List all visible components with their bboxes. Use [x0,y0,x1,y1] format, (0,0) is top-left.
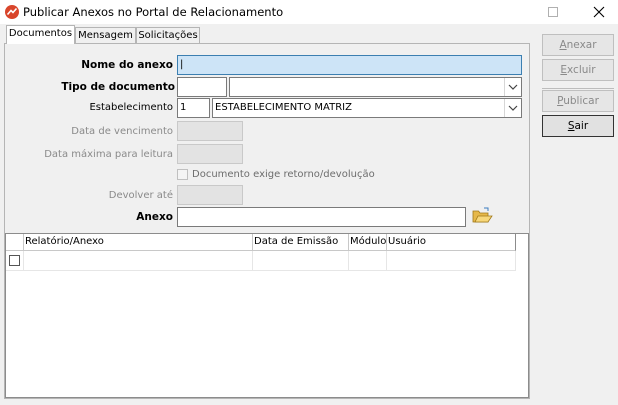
exige-retorno-label: Documento exige retorno/devolução [192,169,375,180]
tab-documentos[interactable]: Documentos [6,25,75,44]
grid-header-data-emissao[interactable]: Data de Emissão [253,234,349,251]
grid-header-select [6,234,24,251]
nome-anexo-input[interactable]: | [177,55,522,75]
maximize-button[interactable] [530,0,576,24]
dropdown-button[interactable] [504,78,521,96]
button-label: ublicar [563,95,599,107]
tipo-documento-code-input[interactable] [177,77,227,97]
attachments-grid: Relatório/Anexo Data de Emissão Módulo U… [5,233,529,398]
devolver-ate-input[interactable] [177,185,243,205]
button-label: xcluir [567,64,596,76]
anexar-button[interactable]: Anexar [542,34,614,56]
mnemonic: S [567,120,575,132]
tab-solicitacoes[interactable]: Solicitações [136,27,200,43]
button-label: air [574,120,589,132]
publicar-button[interactable]: Publicar [542,90,614,112]
grid-cell[interactable] [387,251,516,271]
button-label: nexar [566,39,597,51]
nome-anexo-label: Nome do anexo [81,59,173,71]
tab-label: Documentos [8,28,73,39]
sair-button[interactable]: Sair [542,115,614,137]
data-maxima-input[interactable] [177,144,243,164]
tab-mensagem[interactable]: Mensagem [75,27,136,43]
button-separator [542,88,614,89]
tab-label: Solicitações [138,30,198,41]
grid-cell[interactable] [253,251,349,271]
mnemonic: A [559,39,567,51]
window-title: Publicar Anexos no Portal de Relacioname… [23,5,284,19]
dialog-window: Publicar Anexos no Portal de Relacioname… [0,0,618,405]
app-icon [5,5,19,19]
close-button[interactable] [576,0,618,24]
data-vencimento-input[interactable] [177,121,243,141]
grid-header-modulo[interactable]: Módulo [349,234,387,251]
grid-header-usuario[interactable]: Usuário [387,234,516,251]
data-maxima-label: Data máxima para leitura [44,149,173,160]
grid-cell[interactable] [349,251,387,271]
estabelecimento-label: Estabelecimento [89,102,173,113]
tab-label: Mensagem [78,30,133,41]
row-select-checkbox[interactable] [9,255,20,266]
tipo-documento-label: Tipo de documento [61,81,175,93]
anexo-label: Anexo [136,211,173,223]
grid-header-relatorio[interactable]: Relatório/Anexo [24,234,253,251]
dropdown-button[interactable] [504,99,521,117]
exige-retorno-checkbox[interactable] [177,169,188,180]
tipo-documento-select[interactable] [229,77,522,97]
table-row[interactable] [6,251,24,271]
title-bar: Publicar Anexos no Portal de Relacioname… [0,0,618,24]
estabelecimento-code-input[interactable]: 1 [177,98,210,118]
devolver-ate-label: Devolver até [108,190,173,201]
close-icon [593,6,605,18]
data-vencimento-label: Data de vencimento [71,126,173,137]
chevron-down-icon [508,105,518,111]
anexo-path-input[interactable] [177,207,466,227]
estabelecimento-select[interactable]: ESTABELECIMENTO MATRIZ [212,98,522,118]
estabelecimento-value: ESTABELECIMENTO MATRIZ [215,102,352,113]
chevron-down-icon [508,84,518,90]
maximize-icon [548,7,558,17]
browse-file-button[interactable] [471,206,493,226]
folder-open-icon [472,207,493,223]
excluir-button[interactable]: Excluir [542,59,614,81]
grid-cell[interactable] [24,251,253,271]
